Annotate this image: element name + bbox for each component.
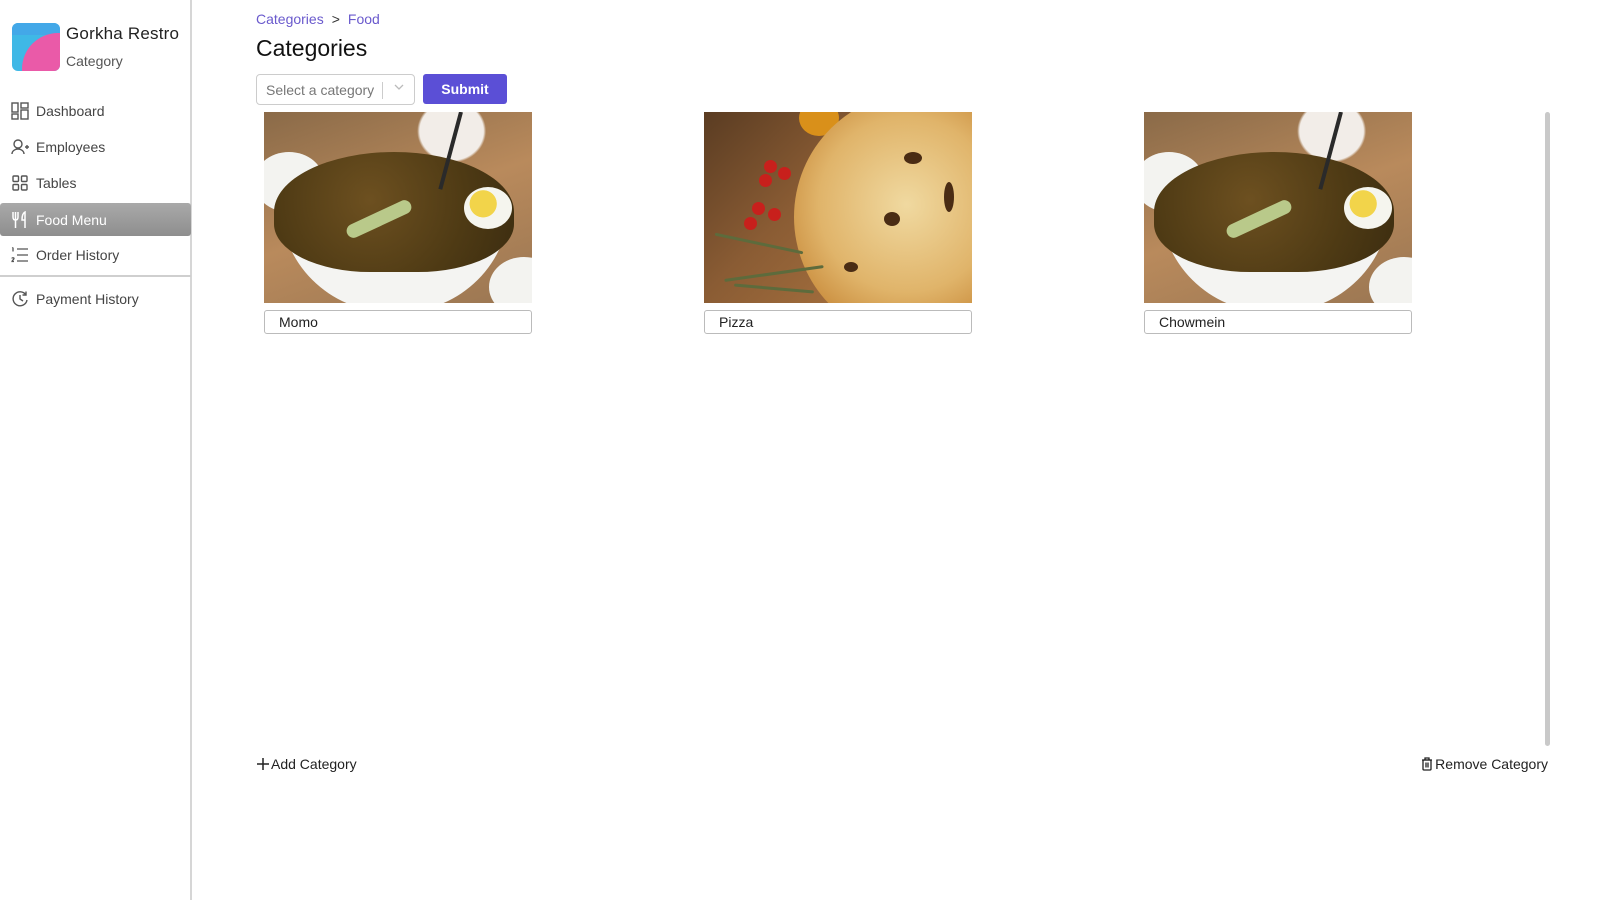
select-divider xyxy=(382,82,383,99)
sidebar-item-label: Tables xyxy=(36,175,77,191)
category-select-placeholder: Select a category xyxy=(266,81,375,98)
vertical-scrollbar[interactable] xyxy=(1545,112,1550,746)
remove-category-button[interactable]: Remove Category xyxy=(1421,756,1548,772)
brand-subtitle: Category xyxy=(66,53,123,69)
sidebar: Gorkha Restro Category Dashboard Employe… xyxy=(0,0,192,900)
main-content: Categories > Food Categories Select a ca… xyxy=(256,0,1600,900)
sidebar-item-dashboard[interactable]: Dashboard xyxy=(0,93,191,129)
sidebar-item-label: Dashboard xyxy=(36,103,105,119)
sidebar-item-label: Order History xyxy=(36,247,120,263)
category-select[interactable]: Select a category xyxy=(256,74,415,105)
remove-category-label: Remove Category xyxy=(1435,756,1548,772)
brand-logo xyxy=(12,23,60,71)
category-card[interactable]: Momo xyxy=(264,112,532,334)
sidebar-item-label: Payment History xyxy=(36,291,139,307)
sidebar-item-label: Employees xyxy=(36,139,106,155)
category-card[interactable]: Chowmein xyxy=(1144,112,1412,334)
brand-name: Gorkha Restro xyxy=(66,24,180,43)
sidebar-nav: Dashboard Employees Tables Food Menu Ord… xyxy=(0,93,191,317)
category-name-field[interactable]: Chowmein xyxy=(1144,310,1412,334)
submit-button[interactable]: Submit xyxy=(423,74,507,104)
sidebar-item-label: Food Menu xyxy=(36,211,107,228)
user-plus-icon xyxy=(11,138,29,156)
sidebar-divider xyxy=(0,275,191,277)
page-title: Categories xyxy=(256,35,368,61)
app-root: Gorkha Restro Category Dashboard Employe… xyxy=(0,0,1600,900)
sidebar-item-employees[interactable]: Employees xyxy=(0,129,191,165)
ordered-list-icon xyxy=(11,246,29,264)
breadcrumb-separator: > xyxy=(331,11,340,27)
add-category-button[interactable]: Add Category xyxy=(256,756,357,772)
utensils-icon xyxy=(11,210,29,229)
category-grid: Momo Pizza Chowmein xyxy=(256,112,1546,742)
category-image-momo xyxy=(264,112,532,303)
history-icon xyxy=(11,290,29,308)
toolbar: Select a category Submit xyxy=(256,74,507,105)
breadcrumb-item-categories[interactable]: Categories xyxy=(256,11,324,27)
sidebar-item-food-menu[interactable]: Food Menu xyxy=(0,203,191,236)
dashboard-icon xyxy=(11,102,29,120)
category-card[interactable]: Pizza xyxy=(704,112,972,334)
trash-icon xyxy=(1421,757,1433,771)
sidebar-item-tables[interactable]: Tables xyxy=(0,165,191,201)
grid-icon xyxy=(11,174,29,192)
sidebar-item-order-history[interactable]: Order History xyxy=(0,237,191,273)
add-category-label: Add Category xyxy=(271,756,357,772)
chevron-down-icon[interactable] xyxy=(393,81,405,96)
plus-icon xyxy=(256,757,270,772)
breadcrumb: Categories > Food xyxy=(256,11,380,27)
category-actions: Add Category Remove Category xyxy=(256,756,1548,776)
category-image-pizza xyxy=(704,112,972,303)
category-name-field[interactable]: Pizza xyxy=(704,310,972,334)
category-name-field[interactable]: Momo xyxy=(264,310,532,334)
category-image-chowmein xyxy=(1144,112,1412,303)
breadcrumb-item-food[interactable]: Food xyxy=(348,11,380,27)
sidebar-item-payment-history[interactable]: Payment History xyxy=(0,281,191,317)
brand: Gorkha Restro Category xyxy=(12,23,192,73)
